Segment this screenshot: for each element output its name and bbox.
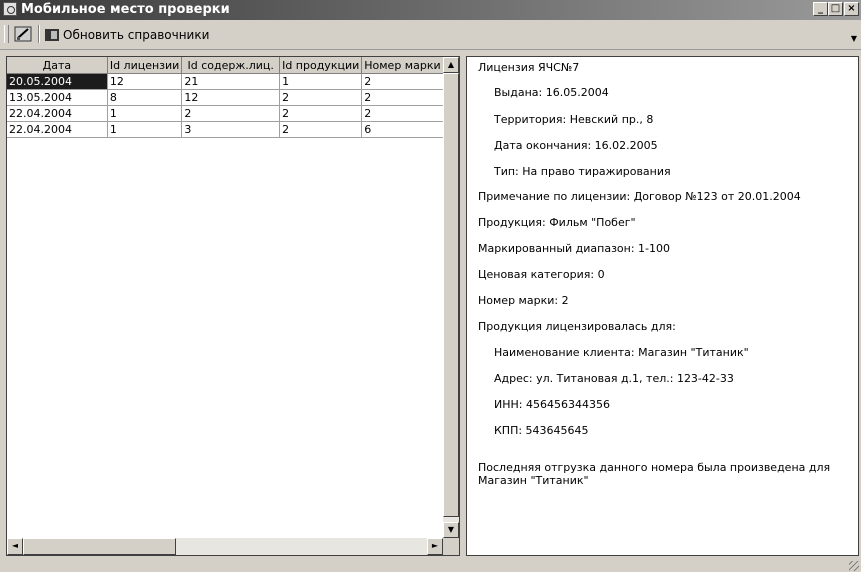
window-title: Мобильное место проверки [21, 2, 230, 17]
title-bar[interactable]: Мобильное место проверки _ □ × [0, 0, 861, 20]
column-header[interactable]: Id содерж.лиц. [181, 57, 281, 74]
table-row[interactable]: 22.04.2004 1 2 2 2 [7, 105, 459, 122]
client-kpp: КПП: 543645645 [494, 424, 589, 437]
license-note: Примечание по лицензии: Договор №123 от … [478, 190, 801, 203]
table-row[interactable]: 13.05.2004 8 12 2 2 0 [7, 89, 459, 106]
records-table: Дата Id лицензии Id содерж.лиц. Id проду… [7, 57, 459, 138]
table-cell[interactable]: 2 [361, 89, 444, 106]
scrollbar-corner [443, 538, 459, 555]
toolbar-overflow-icon[interactable]: ▼ [851, 34, 857, 43]
issued-date: Выдана: 16.05.2004 [494, 86, 609, 99]
table-cell[interactable]: 13.05.2004 [7, 89, 108, 106]
records-grid-pane: Дата Id лицензии Id содерж.лиц. Id проду… [6, 56, 460, 556]
expiry-date: Дата окончания: 16.02.2005 [494, 139, 658, 152]
table-cell[interactable]: 2 [279, 121, 363, 138]
table-cell[interactable]: 1 [279, 73, 363, 90]
refresh-directories-button[interactable]: Обновить справочники [45, 25, 209, 44]
table-cell[interactable]: 20.05.2004 [7, 73, 108, 90]
horizontal-scrollbar[interactable]: ◄ ► [7, 538, 443, 555]
table-header-row: Дата Id лицензии Id содерж.лиц. Id проду… [7, 57, 459, 74]
territory: Территория: Невский пр., 8 [494, 113, 654, 126]
product: Продукция: Фильм "Побег" [478, 216, 636, 229]
maximize-button[interactable]: □ [828, 2, 843, 16]
toolbar-grip[interactable] [4, 25, 9, 43]
table-cell[interactable]: 12 [107, 73, 183, 90]
table-cell[interactable]: 12 [181, 89, 281, 106]
scroll-left-button[interactable]: ◄ [7, 538, 23, 555]
minimize-button[interactable]: _ [813, 2, 828, 16]
table-cell[interactable]: 2 [279, 105, 363, 122]
edit-icon[interactable] [14, 26, 32, 42]
refresh-icon [45, 28, 59, 41]
table-row[interactable]: 20.05.2004 12 21 1 2 2 [7, 73, 459, 90]
table-cell[interactable]: 2 [181, 105, 281, 122]
scroll-right-button[interactable]: ► [427, 538, 443, 555]
table-cell[interactable]: 2 [279, 89, 363, 106]
price-category: Ценовая категория: 0 [478, 268, 605, 281]
license-title: Лицензия ЯЧС№7 [478, 61, 580, 74]
vertical-scrollbar[interactable]: ▲ ▼ [443, 57, 459, 538]
table-cell[interactable]: 1 [107, 105, 183, 122]
license-type: Тип: На право тиражирования [494, 165, 671, 178]
table-cell[interactable]: 2 [361, 73, 444, 90]
toolbar: Обновить справочники ▼ [0, 20, 861, 50]
refresh-label: Обновить справочники [63, 27, 210, 42]
table-cell[interactable]: 21 [181, 73, 281, 90]
table-cell[interactable]: 1 [107, 121, 183, 138]
license-details-pane: Лицензия ЯЧС№7 Выдана: 16.05.2004 Террит… [466, 56, 859, 556]
toolbar-separator [38, 25, 40, 43]
column-header[interactable]: Номер марки [361, 57, 444, 74]
table-cell[interactable]: 3 [181, 121, 281, 138]
resize-grip-icon[interactable] [849, 561, 859, 571]
marked-range: Маркированный диапазон: 1-100 [478, 242, 671, 255]
scroll-down-button[interactable]: ▼ [443, 522, 459, 538]
table-row[interactable]: 22.04.2004 1 3 2 6 [7, 121, 459, 138]
vertical-scroll-thumb[interactable] [443, 73, 459, 517]
horizontal-scroll-thumb[interactable] [23, 538, 176, 555]
table-cell[interactable]: 8 [107, 89, 183, 106]
column-header[interactable]: Дата [7, 57, 108, 74]
licensed-for-heading: Продукция лицензировалась для: [478, 320, 676, 333]
client-name: Наименование клиента: Магазин "Титаник" [494, 346, 749, 359]
table-cell[interactable]: 6 [361, 121, 444, 138]
table-cell[interactable]: 22.04.2004 [7, 121, 108, 138]
last-shipment-note: Последняя отгрузка данного номера была п… [478, 461, 831, 487]
close-button[interactable]: × [844, 2, 859, 16]
column-header[interactable]: Id продукции [279, 57, 363, 74]
column-header[interactable]: Id лицензии [107, 57, 183, 74]
status-bar [0, 556, 861, 572]
mark-number: Номер марки: 2 [478, 294, 569, 307]
scroll-up-button[interactable]: ▲ [443, 57, 459, 73]
table-cell[interactable]: 2 [361, 105, 444, 122]
app-icon [3, 2, 17, 16]
client-inn: ИНН: 456456344356 [494, 398, 610, 411]
client-address: Адрес: ул. Титановая д.1, тел.: 123-42-3… [494, 372, 734, 385]
table-cell[interactable]: 22.04.2004 [7, 105, 108, 122]
